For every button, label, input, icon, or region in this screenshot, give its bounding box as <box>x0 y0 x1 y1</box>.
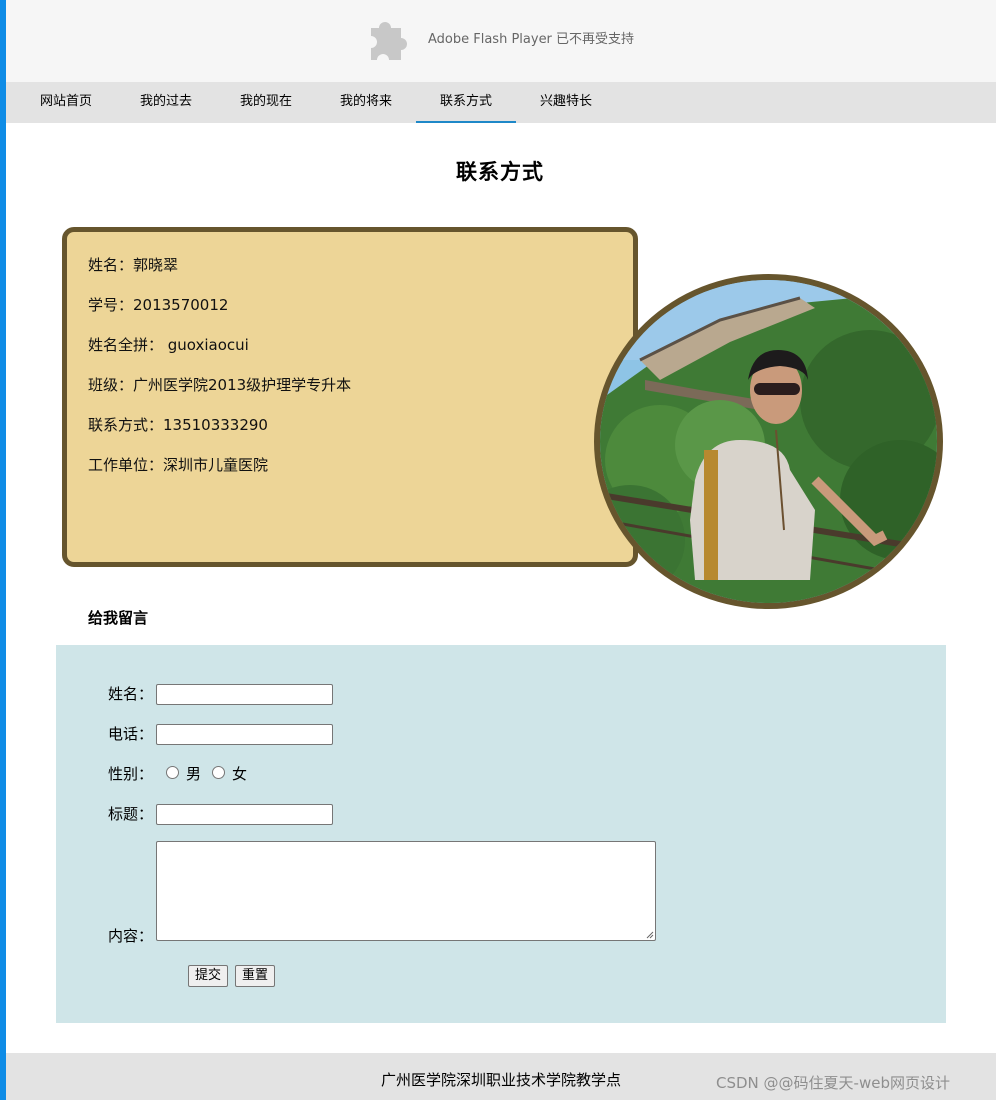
profile-contact: 联系方式：13510333290 <box>88 416 268 434</box>
resize-grip-icon[interactable] <box>646 931 654 939</box>
nav-item-present[interactable]: 我的现在 <box>216 82 316 123</box>
gender-female-label: 女 <box>232 765 248 783</box>
profile-workplace: 工作单位：深圳市儿童医院 <box>88 456 269 474</box>
content-textarea[interactable] <box>156 841 656 941</box>
phone-input[interactable] <box>156 724 333 745</box>
nav-item-past[interactable]: 我的过去 <box>116 82 216 123</box>
gender-female-radio[interactable] <box>212 766 225 779</box>
page-title: 联系方式 <box>456 160 544 184</box>
profile-name: 姓名：郭晓翠 <box>88 256 179 274</box>
name-label: 姓名： <box>108 685 154 703</box>
profile-class: 班级：广州医学院2013级护理学专升本 <box>88 376 352 394</box>
nav-item-home[interactable]: 网站首页 <box>16 82 116 123</box>
profile-info-card: 姓名：郭晓翠 学号：2013570012 姓名全拼： guoxiaocui 班级… <box>62 227 638 567</box>
phone-label: 电话： <box>108 725 154 743</box>
puzzle-piece-icon <box>371 22 407 60</box>
nav-item-hobbies[interactable]: 兴趣特长 <box>516 82 616 123</box>
nav-item-future[interactable]: 我的将来 <box>316 82 416 123</box>
flash-notice-text: Adobe Flash Player 已不再受支持 <box>428 32 635 47</box>
profile-pinyin: 姓名全拼： guoxiaocui <box>88 336 249 354</box>
nav-item-contact[interactable]: 联系方式 <box>416 82 516 123</box>
gender-male-radio[interactable] <box>166 766 179 779</box>
message-form: 姓名： 电话： 性别： 男 女 标题： 内容： 提交 重置 <box>56 645 946 1023</box>
subject-input[interactable] <box>156 804 333 825</box>
main-nav: 网站首页 我的过去 我的现在 我的将来 联系方式 兴趣特长 <box>6 82 996 123</box>
profile-photo <box>594 274 943 609</box>
gender-male-label: 男 <box>186 765 202 783</box>
flash-notice-bar: Adobe Flash Player 已不再受支持 <box>6 0 996 82</box>
submit-button[interactable]: 提交 <box>188 965 229 987</box>
message-heading: 给我留言 <box>88 609 149 627</box>
profile-student-id: 学号：2013570012 <box>88 296 229 314</box>
reset-button[interactable]: 重置 <box>235 965 276 987</box>
gender-label: 性别： <box>108 765 154 783</box>
csdn-watermark: CSDN @@码住夏天-web网页设计 <box>716 1074 950 1092</box>
subject-label: 标题： <box>108 805 154 823</box>
name-input[interactable] <box>156 684 333 705</box>
content-label: 内容： <box>108 927 154 945</box>
